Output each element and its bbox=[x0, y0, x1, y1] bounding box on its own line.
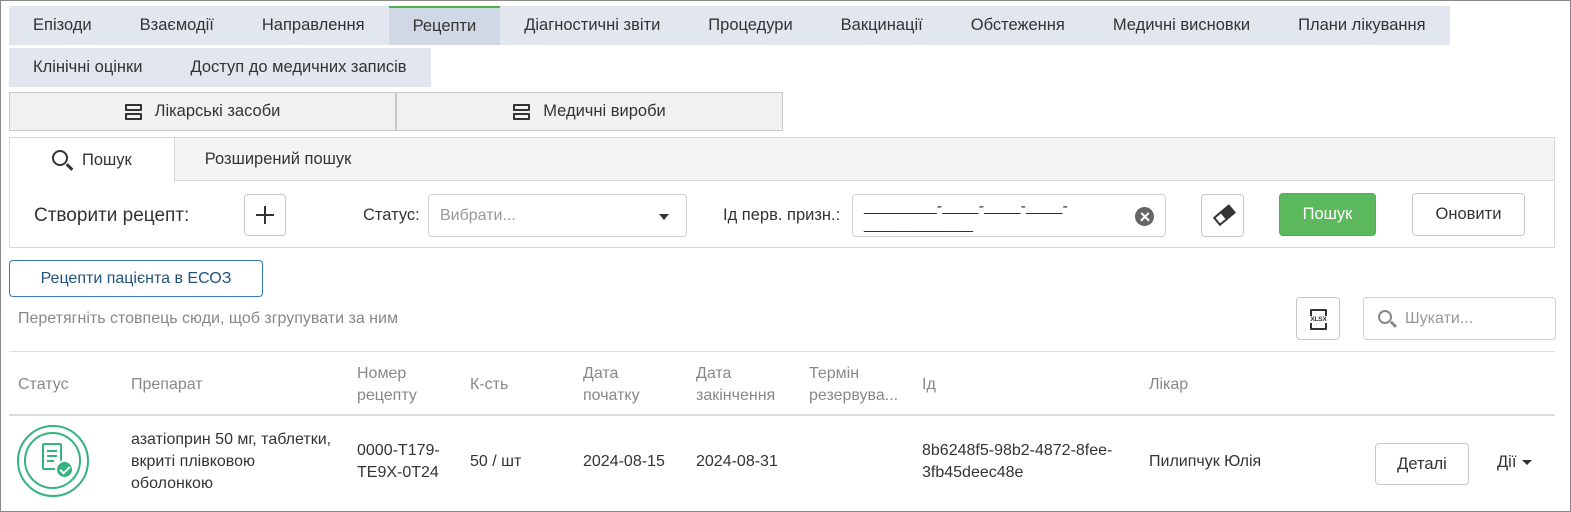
tab-referrals[interactable]: Направлення bbox=[237, 6, 389, 45]
status-label: Статус: bbox=[363, 206, 420, 224]
search-icon bbox=[1378, 310, 1392, 324]
cell-start-date: 2024-08-15 bbox=[583, 453, 665, 470]
details-button[interactable]: Деталі bbox=[1375, 443, 1469, 485]
prescription-type-tabs: Лікарські засоби Медичні вироби bbox=[9, 92, 783, 131]
search-icon bbox=[52, 150, 68, 166]
list-icon bbox=[513, 103, 531, 120]
tab-search[interactable]: Пошук bbox=[10, 138, 175, 182]
search-mode-tabs: Пошук Розширений пошук bbox=[10, 138, 1554, 182]
export-xlsx-button[interactable]: XLSX bbox=[1296, 297, 1340, 340]
table-row[interactable]: азатіоприн 50 мг, таблетки, вкриті плівко… bbox=[9, 416, 1555, 512]
col-doctor[interactable]: Лікар bbox=[1149, 374, 1188, 396]
primary-id-input[interactable]: ________-____-____-____-____________ bbox=[852, 194, 1166, 237]
cell-id: 8b6248f5-98b2-4872-8fee- 3fb45deec48e bbox=[922, 442, 1113, 481]
col-qty[interactable]: К-сть bbox=[470, 374, 508, 396]
eraser-icon bbox=[1212, 204, 1236, 227]
xlsx-file-icon: XLSX bbox=[1307, 309, 1330, 330]
table-header: Статус Препарат Номер рецепту К-сть Дата п… bbox=[9, 351, 1555, 416]
grid-search-placeholder: Шукати... bbox=[1405, 309, 1474, 327]
status-select-placeholder: Вибрати... bbox=[440, 206, 516, 224]
tab-medical-conclusions[interactable]: Медичні висновки bbox=[1088, 6, 1275, 45]
search-form: Створити рецепт: Статус: Вибрати... Ід п… bbox=[10, 181, 1554, 248]
cell-end-date: 2024-08-31 bbox=[696, 453, 778, 470]
cell-number: 0000-T179- TE9X-0T24 bbox=[357, 442, 440, 481]
actions-label: Дії bbox=[1497, 453, 1517, 471]
col-reservation-term[interactable]: Термін резервува... bbox=[809, 363, 898, 407]
col-start-date[interactable]: Дата початку bbox=[583, 363, 640, 407]
tab-drugs[interactable]: Лікарські засоби bbox=[9, 92, 396, 131]
col-number[interactable]: Номер рецепту bbox=[357, 363, 417, 407]
search-button[interactable]: Пошук bbox=[1279, 193, 1376, 236]
record-type-tabs: Епізоди Взаємодії Направлення Рецепти Ді… bbox=[9, 6, 1489, 87]
search-panel: Пошук Розширений пошук Створити рецепт: … bbox=[9, 137, 1555, 248]
tab-encounters[interactable]: Взаємодії bbox=[115, 6, 238, 45]
grid-search-input[interactable]: Шукати... bbox=[1363, 297, 1556, 340]
tab-medical-devices[interactable]: Медичні вироби bbox=[396, 92, 783, 131]
prescription-active-icon bbox=[17, 425, 89, 497]
clear-filters-button[interactable] bbox=[1201, 194, 1244, 237]
tab-care-plans[interactable]: Плани лікування bbox=[1274, 6, 1450, 45]
tab-vaccinations[interactable]: Вакцинації bbox=[816, 6, 947, 45]
status-select[interactable]: Вибрати... bbox=[428, 194, 687, 237]
list-icon bbox=[124, 103, 142, 120]
cell-doctor: Пилипчук Юлія bbox=[1149, 453, 1262, 470]
col-status[interactable]: Статус bbox=[18, 374, 69, 396]
tab-examinations[interactable]: Обстеження bbox=[946, 6, 1089, 45]
col-end-date[interactable]: Дата закінчення bbox=[696, 363, 775, 407]
tab-drugs-label: Лікарські засоби bbox=[154, 102, 281, 120]
actions-dropdown[interactable]: Дії bbox=[1497, 453, 1533, 472]
primary-id-mask: ________-____-____-____-____________ bbox=[864, 197, 1069, 233]
clear-icon[interactable] bbox=[1135, 207, 1154, 226]
refresh-button[interactable]: Оновити bbox=[1412, 193, 1525, 236]
tab-medical-devices-label: Медичні вироби bbox=[543, 102, 666, 120]
tab-search-label: Пошук bbox=[82, 150, 132, 169]
tab-prescriptions[interactable]: Рецепти bbox=[388, 6, 501, 45]
caret-down-icon bbox=[1522, 460, 1533, 465]
cell-qty: 50 / шт bbox=[470, 453, 522, 470]
tab-advanced-search[interactable]: Розширений пошук bbox=[175, 138, 382, 181]
tab-procedures[interactable]: Процедури bbox=[684, 6, 817, 45]
tab-medical-records-access[interactable]: Доступ до медичних записів bbox=[166, 48, 431, 87]
prescriptions-table: Статус Препарат Номер рецепту К-сть Дата п… bbox=[9, 351, 1555, 512]
tab-episodes[interactable]: Епізоди bbox=[9, 6, 116, 45]
create-prescription-button[interactable] bbox=[244, 194, 286, 236]
create-prescription-label: Створити рецепт: bbox=[34, 205, 190, 226]
cell-drug: азатіоприн 50 мг, таблетки, вкриті плівко… bbox=[131, 431, 332, 492]
tab-diagnostic-reports[interactable]: Діагностичні звіти bbox=[500, 6, 685, 45]
chevron-down-icon bbox=[659, 214, 669, 220]
tab-clinical-assessments[interactable]: Клінічні оцінки bbox=[9, 48, 167, 87]
group-by-drop-zone[interactable]: Перетягніть стовпець сюди, щоб згрупуват… bbox=[18, 310, 398, 328]
col-id[interactable]: Ід bbox=[922, 374, 936, 396]
col-drug[interactable]: Препарат bbox=[131, 374, 203, 396]
primary-id-label: Ід перв. призн.: bbox=[723, 206, 841, 224]
patient-ehr-prescriptions-button[interactable]: Рецепти пацієнта в ЕСОЗ bbox=[9, 260, 263, 297]
